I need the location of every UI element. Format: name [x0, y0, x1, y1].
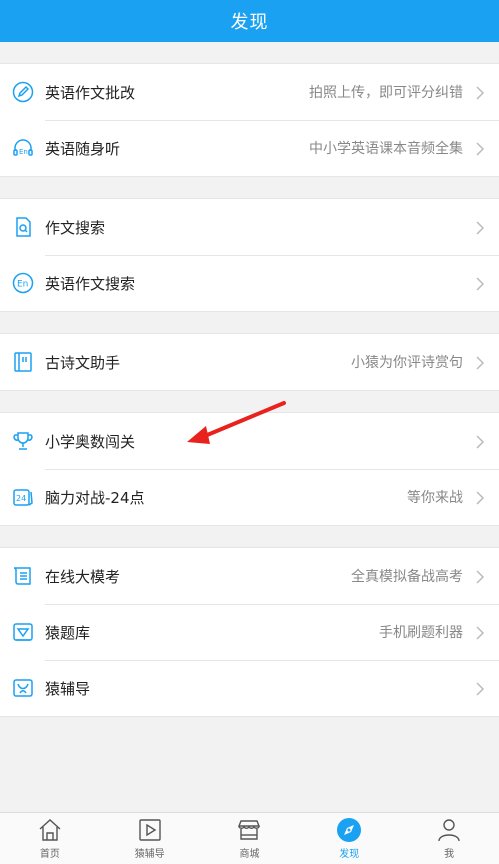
- row-label: 猿辅导: [45, 679, 91, 698]
- row-desc: 中小学英语课本音频全集: [309, 141, 463, 157]
- headphones-en-icon: En: [12, 137, 34, 159]
- en-circle-icon: En: [12, 272, 34, 294]
- chevron-right-icon: [473, 220, 487, 235]
- svg-text:24: 24: [16, 494, 26, 503]
- row-label: 小学奥数闯关: [45, 432, 136, 451]
- row-label: 猿题库: [45, 623, 91, 642]
- row-yuanfudao[interactable]: 猿辅导: [0, 660, 499, 716]
- scroll-icon: [12, 565, 34, 587]
- row-label: 在线大模考: [45, 567, 121, 586]
- row-english-listening[interactable]: En 英语随身听 中小学英语课本音频全集: [0, 120, 499, 176]
- tab-label: 商城: [239, 849, 260, 860]
- chevron-right-icon: [473, 276, 487, 291]
- group-writing-tools: 英语作文批改 拍照上传，即可评分纠错 En 英语随身听 中小学英语课本音频全集: [0, 63, 499, 177]
- group-math-games: 小学奥数闯关 24 脑力对战-24点 等你来战: [0, 412, 499, 526]
- group-essay-search: 作文搜索 En 英语作文搜索: [0, 198, 499, 312]
- page-title: 发现: [230, 12, 269, 33]
- row-essay-search[interactable]: 作文搜索: [0, 199, 499, 255]
- row-desc: 手机刷题利器: [379, 625, 463, 641]
- row-yuantiku[interactable]: 猿题库 手机刷题利器: [0, 604, 499, 660]
- row-label: 英语作文搜索: [45, 274, 136, 293]
- pencil-circle-icon: [12, 81, 34, 103]
- chevron-right-icon: [473, 569, 487, 584]
- bottom-tab-bar: 首页 猿辅导 商城 发现 我: [0, 812, 499, 864]
- tab-label: 猿辅导: [134, 849, 165, 860]
- svg-text:En: En: [17, 280, 28, 290]
- row-24-points[interactable]: 24 脑力对战-24点 等你来战: [0, 469, 499, 525]
- chevron-right-icon: [473, 355, 487, 370]
- row-olympiad-math[interactable]: 小学奥数闯关: [0, 413, 499, 469]
- row-desc: 小猿为你评诗赏句: [351, 355, 463, 371]
- row-label: 古诗文助手: [45, 353, 121, 372]
- tab-label: 我: [444, 849, 455, 860]
- chevron-right-icon: [473, 434, 487, 449]
- tab-mall[interactable]: 商城: [200, 813, 300, 864]
- svg-text:En: En: [19, 148, 28, 156]
- tab-yuanfudao[interactable]: 猿辅导: [100, 813, 200, 864]
- yuantiku-app-icon: [12, 621, 34, 643]
- group-poetry: 古诗文助手 小猿为你评诗赏句: [0, 333, 499, 391]
- row-label: 英语作文批改: [45, 83, 136, 102]
- tab-label: 首页: [39, 849, 60, 860]
- row-label: 英语随身听: [45, 139, 121, 158]
- chevron-right-icon: [473, 85, 487, 100]
- chevron-right-icon: [473, 490, 487, 505]
- row-english-essay-correction[interactable]: 英语作文批改 拍照上传，即可评分纠错: [0, 64, 499, 120]
- row-poetry-assistant[interactable]: 古诗文助手 小猿为你评诗赏句: [0, 334, 499, 390]
- row-desc: 等你来战: [407, 490, 463, 506]
- row-online-mock-exam[interactable]: 在线大模考 全真模拟备战高考: [0, 548, 499, 604]
- yuanfudao-app-icon: [12, 677, 34, 699]
- tab-home[interactable]: 首页: [0, 813, 100, 864]
- tab-discover[interactable]: 发现: [299, 813, 399, 864]
- compass-icon: [337, 818, 362, 842]
- play-icon: [138, 819, 161, 841]
- document-search-icon: [12, 216, 34, 238]
- tab-me[interactable]: 我: [399, 813, 499, 864]
- tab-label: 发现: [339, 849, 360, 860]
- row-label: 作文搜索: [45, 218, 106, 237]
- app-header: 发现: [0, 0, 499, 42]
- card-24-icon: 24: [12, 486, 34, 508]
- group-exams: 在线大模考 全真模拟备战高考 猿题库 手机刷题利器 猿辅导: [0, 547, 499, 717]
- chevron-right-icon: [473, 681, 487, 696]
- chevron-right-icon: [473, 141, 487, 156]
- row-label: 脑力对战-24点: [45, 488, 145, 507]
- row-desc: 拍照上传，即可评分纠错: [309, 85, 463, 101]
- home-icon: [39, 819, 61, 841]
- book-icon: [12, 351, 34, 373]
- chevron-right-icon: [473, 625, 487, 640]
- store-icon: [238, 820, 261, 840]
- row-desc: 全真模拟备战高考: [351, 569, 463, 585]
- person-icon: [438, 819, 460, 842]
- row-english-essay-search[interactable]: En 英语作文搜索: [0, 255, 499, 311]
- trophy-icon: [12, 430, 34, 452]
